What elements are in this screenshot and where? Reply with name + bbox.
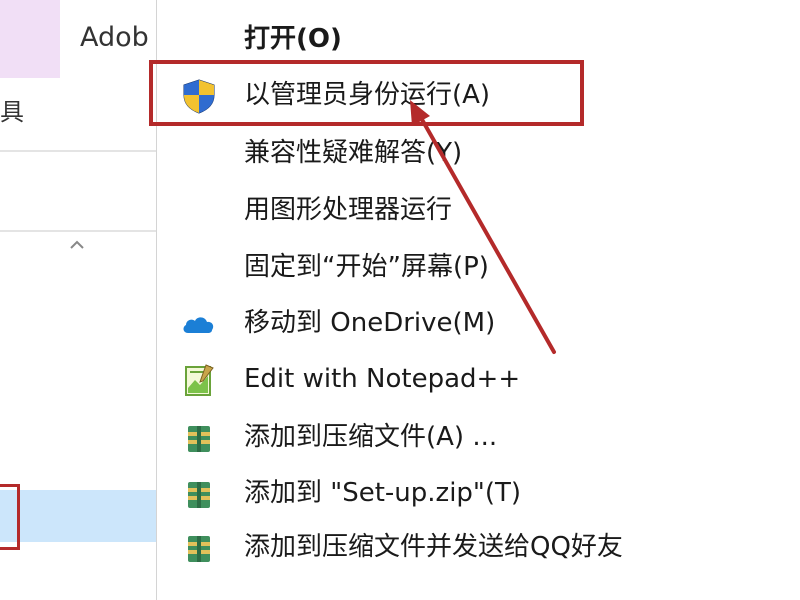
- menu-item-run-with-gpu[interactable]: 用图形处理器运行: [157, 183, 800, 238]
- menu-item-label: 移动到 OneDrive(M): [244, 308, 496, 338]
- background-divider: [0, 230, 160, 232]
- archive-icon: [188, 482, 210, 508]
- menu-item-move-to-onedrive[interactable]: 移动到 OneDrive(M): [157, 296, 800, 351]
- menu-item-add-to-archive[interactable]: 添加到压缩文件(A) ...: [157, 410, 800, 465]
- background-folder-tile: [0, 0, 60, 78]
- menu-item-label: Edit with Notepad++: [244, 364, 521, 394]
- menu-item-label: 固定到“开始”屏幕(P): [244, 252, 489, 282]
- menu-item-pin-to-start[interactable]: 固定到“开始”屏幕(P): [157, 240, 800, 295]
- archive-icon: [188, 426, 210, 452]
- uac-shield-icon: [183, 79, 215, 114]
- menu-item-edit-with-notepad-plus-plus[interactable]: Edit with Notepad++: [157, 352, 800, 407]
- menu-item-label: 用图形处理器运行: [244, 195, 453, 225]
- menu-item-troubleshoot-compatibility[interactable]: 兼容性疑难解答(Y): [157, 126, 800, 181]
- background-selected-file-row[interactable]: [0, 490, 160, 542]
- notepad-plus-plus-icon: [185, 364, 214, 396]
- menu-item-label: 添加到压缩文件(A) ...: [244, 422, 498, 452]
- menu-item-add-to-archive-and-send-qq[interactable]: 添加到压缩文件并发送给QQ好友: [157, 520, 800, 575]
- screenshot-stage: 具 Adob 打开(O) 以管理员身份运行(A) 兼容性疑难解答(Y) 用图形处…: [0, 0, 800, 600]
- context-menu: 打开(O) 以管理员身份运行(A) 兼容性疑难解答(Y) 用图形处理器运行 固定…: [156, 0, 800, 600]
- archive-icon: [188, 536, 210, 562]
- annotation-box-fragment: [0, 484, 20, 550]
- menu-item-label: 以管理员身份运行(A): [244, 80, 491, 110]
- background-explorer-window: 具: [0, 0, 160, 600]
- chevron-up-icon[interactable]: [68, 236, 86, 254]
- background-divider: [0, 150, 160, 152]
- menu-item-label: 添加到 "Set-up.zip"(T): [244, 478, 522, 508]
- menu-item-label: 打开(O): [244, 24, 342, 54]
- background-file-name: Adob: [80, 22, 149, 53]
- background-ribbon-label: 具: [0, 98, 24, 126]
- menu-item-open[interactable]: 打开(O): [157, 12, 800, 67]
- menu-item-run-as-admin[interactable]: 以管理员身份运行(A): [157, 68, 800, 123]
- onedrive-cloud-icon: [183, 317, 214, 333]
- menu-item-label: 添加到压缩文件并发送给QQ好友: [244, 532, 623, 562]
- menu-item-label: 兼容性疑难解答(Y): [244, 138, 463, 168]
- menu-item-add-to-setup-zip[interactable]: 添加到 "Set-up.zip"(T): [157, 466, 800, 521]
